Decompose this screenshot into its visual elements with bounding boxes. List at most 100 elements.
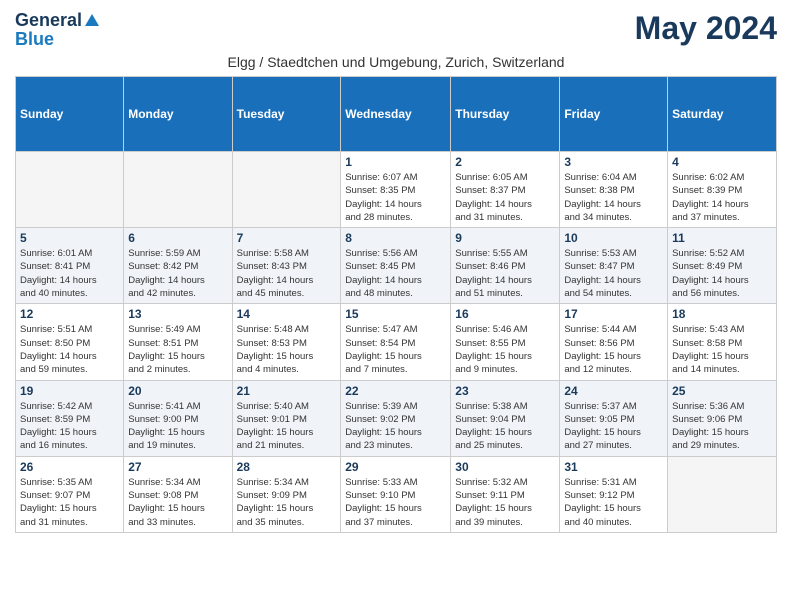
- calendar-cell: 27Sunrise: 5:34 AM Sunset: 9:08 PM Dayli…: [124, 456, 232, 532]
- weekday-header-thursday: Thursday: [451, 77, 560, 152]
- day-number: 7: [237, 231, 337, 245]
- day-info: Sunrise: 5:38 AM Sunset: 9:04 PM Dayligh…: [455, 400, 555, 453]
- calendar-cell: 7 Sunrise: 5:58 AM Sunset: 8:43 PM Daylig…: [232, 228, 341, 304]
- day-info: Sunrise: 5:47 AM Sunset: 8:54 PM Dayligh…: [345, 323, 446, 376]
- day-number: 28: [237, 460, 337, 474]
- calendar-cell: 4 Sunrise: 6:02 AM Sunset: 8:39 PM Daylig…: [668, 152, 777, 228]
- day-number: 21: [237, 384, 337, 398]
- calendar-cell: 16 Sunrise: 5:46 AM Sunset: 8:55 PM Dayli…: [451, 304, 560, 380]
- day-info: Sunrise: 5:49 AM Sunset: 8:51 PM Dayligh…: [128, 323, 227, 376]
- calendar-cell: 26 Sunrise: 5:35 AM Sunset: 9:07 PM Dayli…: [16, 456, 124, 532]
- day-info: Sunrise: 6:07 AM Sunset: 8:35 PM Dayligh…: [345, 171, 446, 224]
- calendar-cell: 11 Sunrise: 5:52 AM Sunset: 8:49 PM Dayli…: [668, 228, 777, 304]
- day-number: 19: [20, 384, 119, 398]
- day-info: Sunrise: 5:34 AM Sunset: 9:09 PM Dayligh…: [237, 476, 337, 529]
- calendar-cell: 1 Sunrise: 6:07 AM Sunset: 8:35 PM Daylig…: [341, 152, 451, 228]
- calendar-cell: 23 Sunrise: 5:38 AM Sunset: 9:04 PM Dayli…: [451, 380, 560, 456]
- calendar-cell: 9 Sunrise: 5:55 AM Sunset: 8:46 PM Daylig…: [451, 228, 560, 304]
- calendar-cell: 2 Sunrise: 6:05 AM Sunset: 8:37 PM Daylig…: [451, 152, 560, 228]
- calendar-cell: [124, 152, 232, 228]
- day-number: 13: [128, 307, 227, 321]
- day-info: Sunrise: 5:34 AM Sunset: 9:08 PM Dayligh…: [128, 476, 227, 529]
- day-number: 4: [672, 155, 772, 169]
- calendar-cell: 21 Sunrise: 5:40 AM Sunset: 9:01 PM Dayli…: [232, 380, 341, 456]
- day-number: 1: [345, 155, 446, 169]
- calendar-subtitle: Elgg / Staedtchen und Umgebung, Zurich, …: [15, 54, 777, 70]
- calendar-cell: [16, 152, 124, 228]
- weekday-header-friday: Friday: [560, 77, 668, 152]
- day-info: Sunrise: 5:46 AM Sunset: 8:55 PM Dayligh…: [455, 323, 555, 376]
- calendar-cell: 29 Sunrise: 5:33 AM Sunset: 9:10 PM Dayli…: [341, 456, 451, 532]
- day-number: 16: [455, 307, 555, 321]
- calendar-table: SundayMondayTuesdayWednesdayThursdayFrid…: [15, 76, 777, 533]
- day-info: Sunrise: 5:36 AM Sunset: 9:06 PM Dayligh…: [672, 400, 772, 453]
- day-number: 11: [672, 231, 772, 245]
- day-number: 10: [564, 231, 663, 245]
- calendar-cell: 14Sunrise: 5:48 AM Sunset: 8:53 PM Dayli…: [232, 304, 341, 380]
- calendar-cell: 13 Sunrise: 5:49 AM Sunset: 8:51 PM Dayli…: [124, 304, 232, 380]
- day-info: Sunrise: 6:02 AM Sunset: 8:39 PM Dayligh…: [672, 171, 772, 224]
- day-info: Sunrise: 5:32 AM Sunset: 9:11 PM Dayligh…: [455, 476, 555, 529]
- day-number: 3: [564, 155, 663, 169]
- day-info: Sunrise: 5:35 AM Sunset: 9:07 PM Dayligh…: [20, 476, 119, 529]
- day-number: 22: [345, 384, 446, 398]
- calendar-cell: 25 Sunrise: 5:36 AM Sunset: 9:06 PM Dayli…: [668, 380, 777, 456]
- day-number: 20: [128, 384, 227, 398]
- weekday-header-saturday: Saturday: [668, 77, 777, 152]
- day-info: Sunrise: 5:42 AM Sunset: 8:59 PM Dayligh…: [20, 400, 119, 453]
- calendar-cell: 28 Sunrise: 5:34 AM Sunset: 9:09 PM Dayli…: [232, 456, 341, 532]
- calendar-cell: 3 Sunrise: 6:04 AM Sunset: 8:38 PM Daylig…: [560, 152, 668, 228]
- day-info: Sunrise: 5:41 AM Sunset: 9:00 PM Dayligh…: [128, 400, 227, 453]
- day-info: Sunrise: 5:37 AM Sunset: 9:05 PM Dayligh…: [564, 400, 663, 453]
- day-info: Sunrise: 5:39 AM Sunset: 9:02 PM Dayligh…: [345, 400, 446, 453]
- logo-general: General: [15, 10, 82, 31]
- day-info: Sunrise: 5:40 AM Sunset: 9:01 PM Dayligh…: [237, 400, 337, 453]
- logo-icon: [83, 12, 101, 30]
- day-number: 8: [345, 231, 446, 245]
- calendar-cell: 19 Sunrise: 5:42 AM Sunset: 8:59 PM Dayli…: [16, 380, 124, 456]
- day-number: 18: [672, 307, 772, 321]
- day-number: 25: [672, 384, 772, 398]
- weekday-header-monday: Monday: [124, 77, 232, 152]
- calendar-cell: 18 Sunrise: 5:43 AM Sunset: 8:58 PM Dayli…: [668, 304, 777, 380]
- day-info: Sunrise: 5:59 AM Sunset: 8:42 PM Dayligh…: [128, 247, 227, 300]
- calendar-cell: 12Sunrise: 5:51 AM Sunset: 8:50 PM Dayli…: [16, 304, 124, 380]
- day-number: 14: [237, 307, 337, 321]
- day-info: Sunrise: 5:43 AM Sunset: 8:58 PM Dayligh…: [672, 323, 772, 376]
- day-info: Sunrise: 6:05 AM Sunset: 8:37 PM Dayligh…: [455, 171, 555, 224]
- day-info: Sunrise: 5:33 AM Sunset: 9:10 PM Dayligh…: [345, 476, 446, 529]
- day-number: 24: [564, 384, 663, 398]
- day-number: 26: [20, 460, 119, 474]
- calendar-cell: 17Sunrise: 5:44 AM Sunset: 8:56 PM Dayli…: [560, 304, 668, 380]
- calendar-cell: 8 Sunrise: 5:56 AM Sunset: 8:45 PM Daylig…: [341, 228, 451, 304]
- day-info: Sunrise: 5:58 AM Sunset: 8:43 PM Dayligh…: [237, 247, 337, 300]
- logo-blue: Blue: [15, 29, 54, 49]
- day-number: 31: [564, 460, 663, 474]
- day-number: 29: [345, 460, 446, 474]
- day-info: Sunrise: 5:52 AM Sunset: 8:49 PM Dayligh…: [672, 247, 772, 300]
- calendar-cell: 10 Sunrise: 5:53 AM Sunset: 8:47 PM Dayli…: [560, 228, 668, 304]
- day-info: Sunrise: 5:56 AM Sunset: 8:45 PM Dayligh…: [345, 247, 446, 300]
- day-info: Sunrise: 6:04 AM Sunset: 8:38 PM Dayligh…: [564, 171, 663, 224]
- day-info: Sunrise: 5:53 AM Sunset: 8:47 PM Dayligh…: [564, 247, 663, 300]
- day-number: 17: [564, 307, 663, 321]
- day-info: Sunrise: 5:51 AM Sunset: 8:50 PM Dayligh…: [20, 323, 119, 376]
- day-number: 9: [455, 231, 555, 245]
- day-number: 30: [455, 460, 555, 474]
- calendar-cell: [668, 456, 777, 532]
- day-number: 15: [345, 307, 446, 321]
- day-number: 2: [455, 155, 555, 169]
- calendar-cell: 20 Sunrise: 5:41 AM Sunset: 9:00 PM Dayli…: [124, 380, 232, 456]
- calendar-cell: 31Sunrise: 5:31 AM Sunset: 9:12 PM Dayli…: [560, 456, 668, 532]
- weekday-header-sunday: Sunday: [16, 77, 124, 152]
- calendar-cell: 30 Sunrise: 5:32 AM Sunset: 9:11 PM Dayli…: [451, 456, 560, 532]
- calendar-cell: 15 Sunrise: 5:47 AM Sunset: 8:54 PM Dayli…: [341, 304, 451, 380]
- day-info: Sunrise: 6:01 AM Sunset: 8:41 PM Dayligh…: [20, 247, 119, 300]
- page-header: General Blue May 2024: [15, 10, 777, 50]
- day-info: Sunrise: 5:55 AM Sunset: 8:46 PM Dayligh…: [455, 247, 555, 300]
- calendar-cell: 24 Sunrise: 5:37 AM Sunset: 9:05 PM Dayli…: [560, 380, 668, 456]
- day-number: 6: [128, 231, 227, 245]
- weekday-header-wednesday: Wednesday: [341, 77, 451, 152]
- calendar-cell: 5Sunrise: 6:01 AM Sunset: 8:41 PM Daylig…: [16, 228, 124, 304]
- day-number: 23: [455, 384, 555, 398]
